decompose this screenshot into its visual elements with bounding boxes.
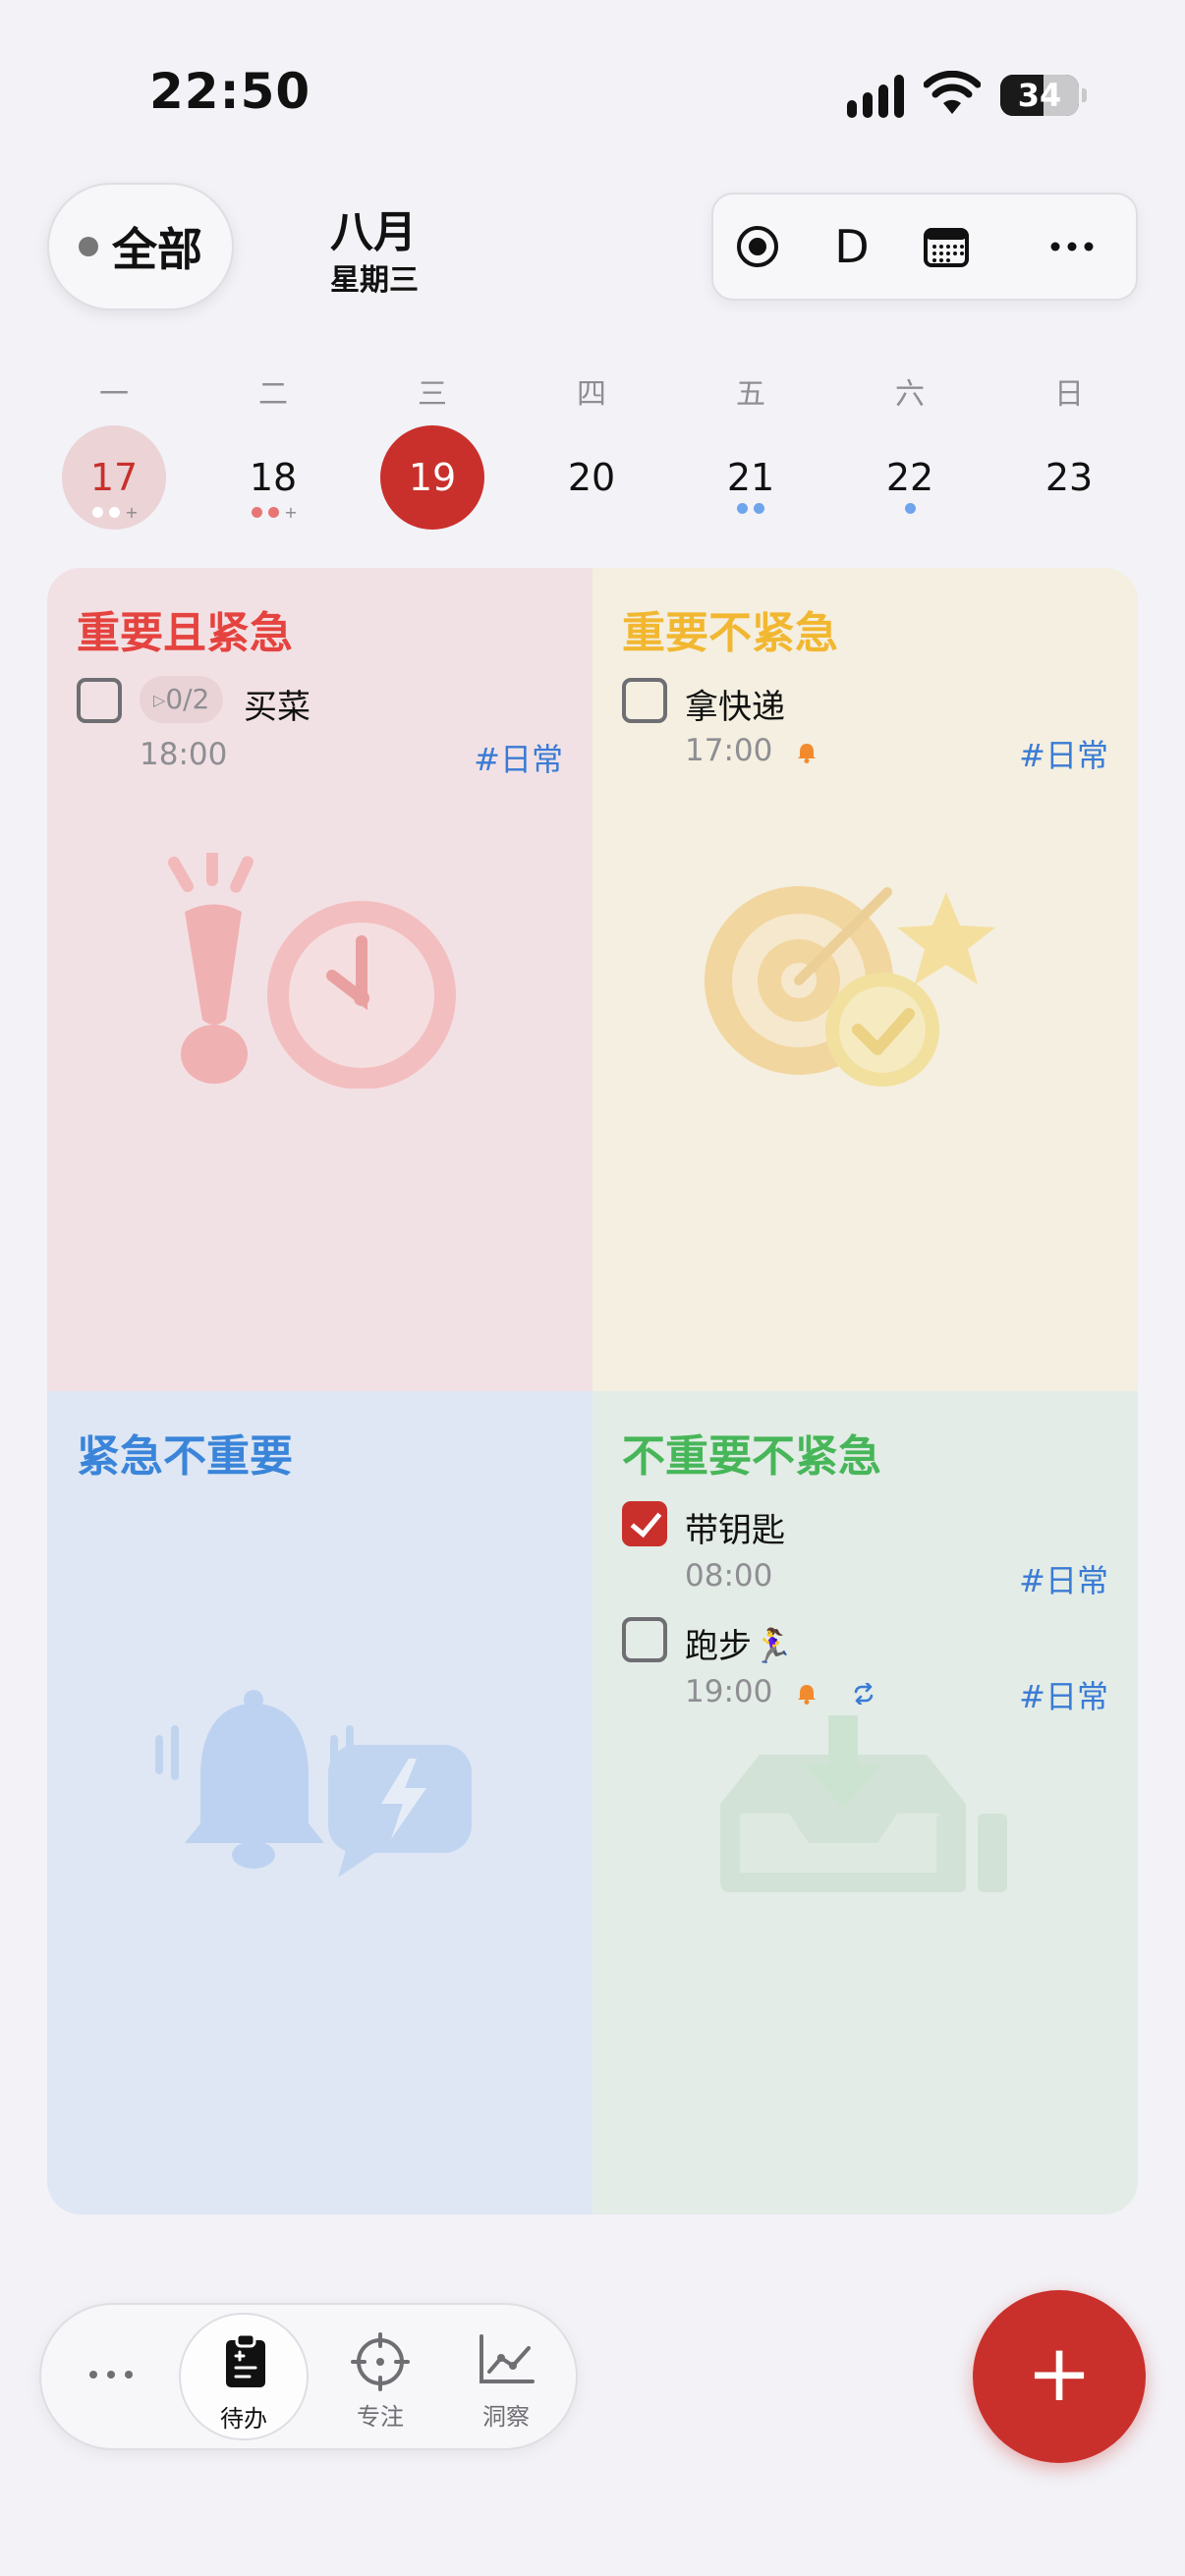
task-time: 18:00: [140, 737, 228, 772]
task-checkbox[interactable]: [622, 678, 667, 723]
eisenhower-matrix: 重要且紧急 ▷0/2 买菜 18:00 #日常 重要不紧急 拿快递 17:00: [47, 568, 1138, 2214]
filter-dot-icon: [79, 237, 98, 256]
header-toolbar: D: [711, 193, 1138, 301]
quadrant-not-urgent-not-important[interactable]: 不重要不紧急 带钥匙 08:00 #日常 跑步🏃‍♀️ 19:00 #日常: [592, 1391, 1138, 2214]
weekday-header: 日: [1054, 377, 1084, 412]
quadrant-title: 不重要不紧急: [622, 1431, 881, 1482]
weekday-header: 二: [258, 377, 288, 412]
day-dots: +: [214, 503, 332, 522]
quadrant-urgent-important[interactable]: 重要且紧急 ▷0/2 买菜 18:00 #日常: [47, 568, 592, 1391]
record-icon: [737, 226, 778, 267]
task-tag[interactable]: #日常: [1019, 1672, 1108, 1717]
tab-more[interactable]: [49, 2305, 167, 2448]
task-time: 08:00: [685, 1558, 773, 1594]
tab-todo[interactable]: 待办: [179, 2313, 309, 2440]
battery-level: 34: [1017, 77, 1062, 114]
reminder-bell-icon: [798, 1684, 817, 1705]
task-time: 19:00: [685, 1674, 876, 1709]
weekday-label: 星期三: [330, 263, 419, 298]
task-title: 买菜: [244, 688, 310, 727]
filter-label: 全部: [112, 223, 202, 276]
bottom-tab-bar: 待办 专注 洞察: [39, 2303, 578, 2450]
view-mode-label: D: [834, 220, 870, 273]
tab-insights[interactable]: 洞察: [442, 2305, 570, 2448]
subtask-badge[interactable]: ▷0/2: [140, 676, 224, 723]
quadrant-title: 重要不紧急: [622, 608, 838, 658]
calendar-icon: [924, 228, 969, 267]
weekday-header: 六: [895, 377, 925, 412]
task-time: 17:00: [685, 733, 818, 768]
task-tag[interactable]: #日常: [474, 735, 563, 780]
task-title: 带钥匙: [685, 1511, 785, 1550]
clipboard-icon: [226, 2332, 265, 2387]
cellular-signal-icon: [847, 73, 906, 118]
view-mode-button[interactable]: D: [808, 195, 896, 299]
day-dots: [851, 503, 969, 514]
more-button[interactable]: [1028, 195, 1116, 299]
quadrant-title: 重要且紧急: [77, 608, 293, 658]
calendar-button[interactable]: [902, 195, 990, 299]
day-dots: +: [55, 503, 173, 522]
chart-icon: [480, 2334, 535, 2383]
task-checkbox[interactable]: [622, 1617, 667, 1662]
target-star-check-icon: [705, 886, 995, 1087]
more-icon: [1050, 242, 1094, 252]
repeat-icon: [854, 1682, 874, 1705]
tab-focus[interactable]: 专注: [316, 2305, 444, 2448]
day-cell-20[interactable]: 20: [539, 425, 644, 530]
tab-label: 专注: [357, 2403, 404, 2431]
weekday-header: 四: [577, 377, 606, 412]
task-tag[interactable]: #日常: [1019, 1556, 1108, 1601]
plus-icon: +: [1026, 2327, 1093, 2419]
month-title[interactable]: 八月: [330, 196, 417, 259]
day-cell-19-today[interactable]: 19: [380, 425, 484, 530]
more-icon: [89, 2371, 133, 2379]
day-cell-21[interactable]: 21: [699, 425, 803, 530]
inbox-download-icon: [720, 1715, 1007, 1892]
reminder-bell-icon: [798, 743, 817, 763]
tab-label: 待办: [220, 2405, 267, 2433]
task-item[interactable]: 跑步🏃‍♀️ 19:00 #日常: [622, 1617, 1108, 1715]
wifi-icon: [923, 70, 982, 116]
task-tag[interactable]: #日常: [1019, 731, 1108, 776]
task-item[interactable]: ▷0/2 买菜 18:00 #日常: [77, 676, 563, 778]
weekday-header: 三: [418, 377, 447, 412]
weekday-header: 一: [99, 377, 129, 412]
task-title: 跑步🏃‍♀️: [685, 1627, 794, 1666]
day-cell-23[interactable]: 23: [1017, 425, 1121, 530]
bell-chat-lightning-icon: [155, 1690, 472, 1877]
task-checkbox-checked[interactable]: [622, 1501, 667, 1546]
task-title: 拿快递: [685, 688, 785, 727]
task-item[interactable]: 拿快递 17:00 #日常: [622, 678, 1108, 776]
play-icon: ▷: [153, 691, 166, 709]
weekday-header: 五: [736, 377, 765, 412]
quadrant-title: 紧急不重要: [77, 1431, 293, 1482]
day-cell-22[interactable]: 22: [858, 425, 962, 530]
day-dots: [692, 503, 810, 514]
tab-label: 洞察: [482, 2403, 530, 2431]
record-button[interactable]: [713, 195, 802, 299]
add-task-button[interactable]: +: [973, 2290, 1146, 2463]
quadrant-urgent-not-important[interactable]: 紧急不重要: [47, 1391, 592, 2214]
quadrant-important-not-urgent[interactable]: 重要不紧急 拿快递 17:00 #日常: [592, 568, 1138, 1391]
task-item-done[interactable]: 带钥匙 08:00 #日常: [622, 1501, 1108, 1599]
task-checkbox[interactable]: [77, 678, 122, 723]
crosshair-icon: [351, 2332, 410, 2391]
filter-all-button[interactable]: 全部: [47, 183, 234, 310]
status-time: 22:50: [149, 63, 311, 120]
battery-icon: 34: [1000, 75, 1087, 116]
exclamation-clock-icon: [168, 853, 456, 1089]
